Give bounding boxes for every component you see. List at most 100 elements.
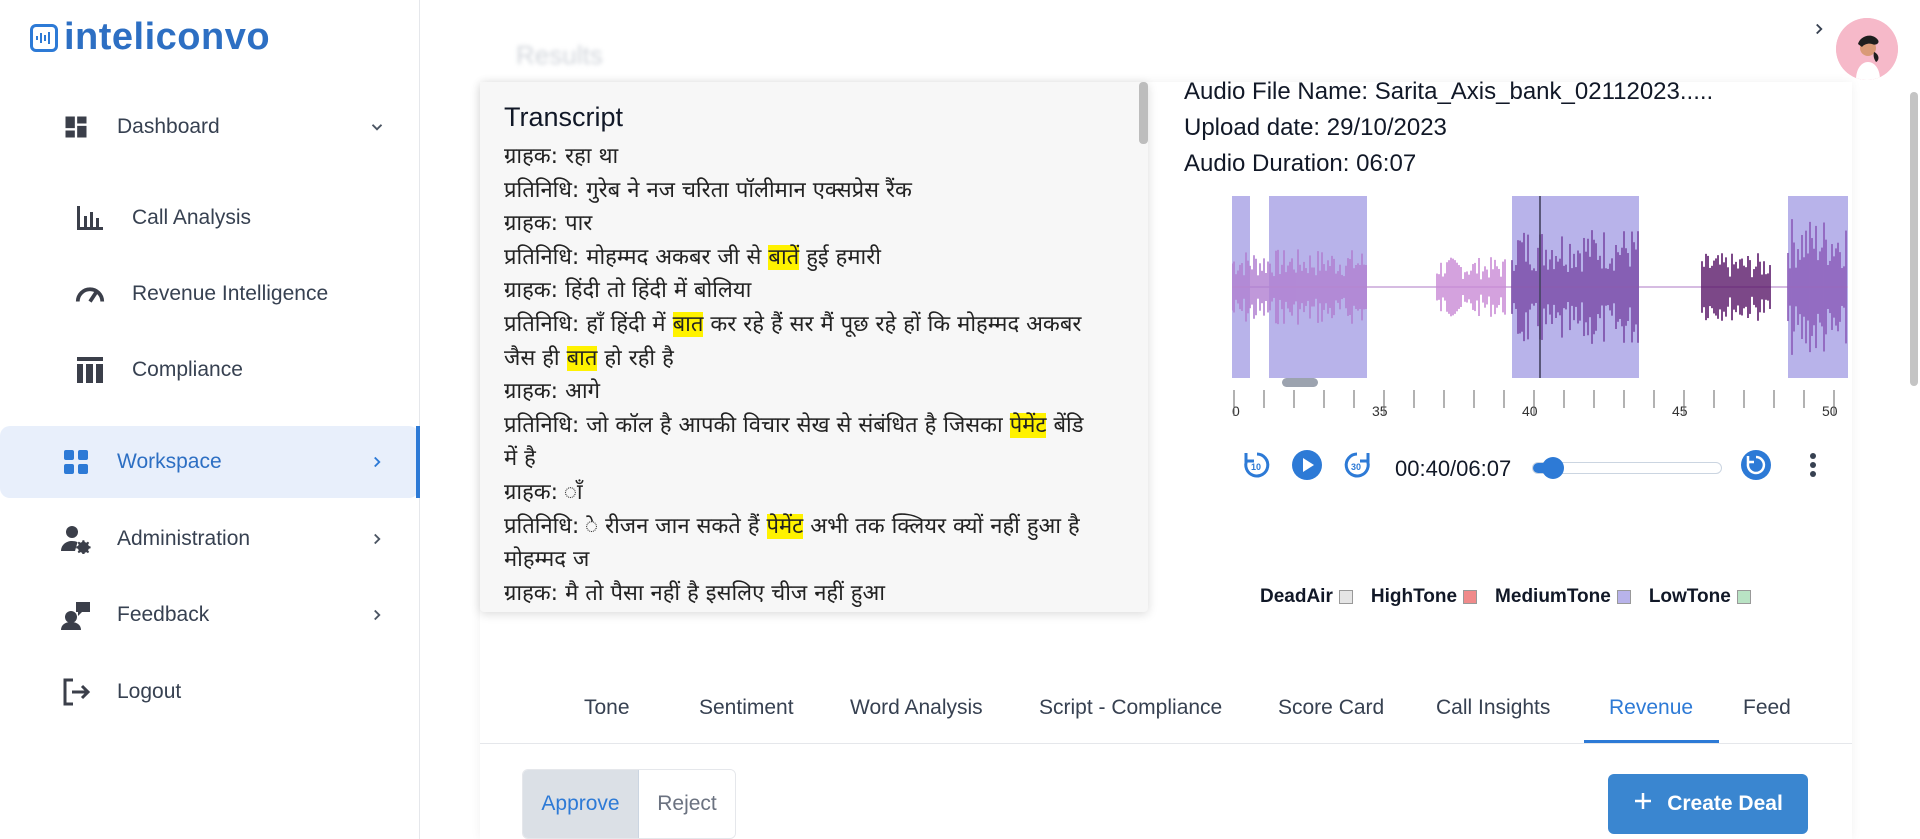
active-tab-underline xyxy=(1584,740,1719,743)
transcript-panel[interactable]: Transcript ग्राहक: रहा था प्रतिनिधि: गुरे… xyxy=(480,82,1148,612)
tab-tone[interactable]: Tone xyxy=(584,696,630,720)
sidebar-item-dashboard[interactable]: Dashboard xyxy=(0,91,420,163)
tab-score-card[interactable]: Score Card xyxy=(1278,696,1384,720)
transcript-text: ग्राहक: ाँ xyxy=(504,479,583,505)
logo[interactable]: inteliconvo xyxy=(30,16,270,59)
sidebar: inteliconvo Dashboard Call Analysis Reve… xyxy=(0,0,420,839)
sidebar-item-label: Dashboard xyxy=(117,115,220,138)
sidebar-item-logout[interactable]: Logout xyxy=(0,656,420,728)
sidebar-item-label: Feedback xyxy=(117,603,210,626)
legend-item-hightone: HighTone xyxy=(1371,586,1478,608)
sidebar-item-label: Revenue Intelligence xyxy=(132,282,329,305)
reject-button[interactable]: Reject xyxy=(639,770,735,838)
transcript-text: जैस ही xyxy=(504,345,567,371)
forward-30-icon[interactable]: 30 xyxy=(1340,448,1374,482)
sidebar-item-label: Workspace xyxy=(117,450,222,473)
analysis-tabs: Tone Sentiment Word Analysis Script - Co… xyxy=(480,682,1852,744)
tab-feed[interactable]: Feed xyxy=(1743,696,1791,720)
chevron-right-icon xyxy=(366,451,388,473)
avatar[interactable] xyxy=(1836,18,1898,80)
sidebar-item-revenue-intelligence[interactable]: Revenue Intelligence xyxy=(0,258,420,330)
transcript-line: ग्राहक: मै तो पैसा नहीं है इसलिए चीज नही… xyxy=(504,577,1124,611)
transcript-line: ग्राहक: हिंदी तो हिंदी में बोलिया xyxy=(504,274,1124,308)
transcript-text: अभी तक क्लियर क्यों नहीं हुआ है xyxy=(803,513,1080,539)
sidebar-item-administration[interactable]: Administration xyxy=(0,503,420,575)
svg-text:10: 10 xyxy=(1251,462,1261,472)
transcript-text: मोहम्मद ज xyxy=(504,547,590,573)
transcript-line: ग्राहक: पार xyxy=(504,207,1124,241)
sidebar-item-workspace[interactable]: Workspace xyxy=(0,426,419,498)
legend-swatch xyxy=(1463,590,1478,604)
chevron-down-icon xyxy=(366,116,388,138)
sidebar-item-feedback[interactable]: Feedback xyxy=(0,579,420,651)
play-icon[interactable] xyxy=(1290,448,1324,482)
transcript-line: में है xyxy=(504,442,1124,476)
sidebar-item-compliance[interactable]: Compliance xyxy=(0,334,420,406)
transcript-line: प्रतिनिधि: जो कॉल है आपकी विचार सेख से स… xyxy=(504,409,1124,443)
sidebar-item-label: Logout xyxy=(117,680,182,703)
sidebar-item-label: Compliance xyxy=(132,358,243,381)
approve-button[interactable]: Approve xyxy=(523,770,639,838)
transcript-text: प्रतिनिधि: े रीजन जान सकते हैं xyxy=(504,513,767,539)
create-deal-button[interactable]: Create Deal xyxy=(1608,774,1808,834)
transcript-text: कर रहे हैं सर मैं पूछ रहे हों कि मोहम्मद… xyxy=(703,311,1082,337)
transcript-line: प्रतिनिधि: े रीजन जान सकते हैं पेमेंट अभ… xyxy=(504,510,1124,544)
tab-script-compliance[interactable]: Script - Compliance xyxy=(1039,696,1222,720)
sidebar-item-label: Call Analysis xyxy=(132,206,252,229)
legend-swatch xyxy=(1736,590,1751,604)
bar-chart-icon xyxy=(74,202,106,234)
transcript-text: प्रतिनिधि: गुरेब ने नज चरिता पॉलीमान एक्… xyxy=(504,177,912,203)
slider-thumb[interactable] xyxy=(1542,457,1565,479)
reset-icon[interactable] xyxy=(1739,448,1773,482)
transcript-scrollbar[interactable] xyxy=(1139,82,1148,144)
tone-legend: DeadAir HighTone MediumTone LowTone xyxy=(1260,586,1751,608)
transcript-line: जैस ही बात हो रही है xyxy=(504,342,1124,376)
ruler-label-0: 0 xyxy=(1232,403,1240,419)
tab-sentiment[interactable]: Sentiment xyxy=(699,696,794,720)
transcript-text: ग्राहक: आगे xyxy=(504,379,600,405)
transcript-text: ग्राहक: पार xyxy=(504,211,593,237)
dashboard-icon xyxy=(60,111,92,143)
legend-item-deadair: DeadAir xyxy=(1260,586,1353,608)
tab-word-analysis[interactable]: Word Analysis xyxy=(850,696,983,720)
transcript-heading: Transcript xyxy=(504,102,624,132)
legend-swatch xyxy=(1338,590,1353,604)
svg-text:30: 30 xyxy=(1351,462,1361,472)
playback-slider[interactable] xyxy=(1532,457,1722,479)
legend-item-mediumtone: MediumTone xyxy=(1495,586,1631,608)
transcript-text: प्रतिनिधि: जो कॉल है आपकी विचार सेख से स… xyxy=(504,412,1010,438)
audio-player: 10 30 00:40/06:07 xyxy=(1240,448,1840,488)
keyword-highlight: बात xyxy=(672,311,704,337)
audio-file-name: Audio File Name: Sarita_Axis_bank_021120… xyxy=(1184,78,1714,105)
chevron-right-icon[interactable] xyxy=(1804,14,1834,44)
transcript-text: हुई हमारी xyxy=(799,244,881,270)
page-scrollbar[interactable] xyxy=(1910,92,1918,386)
grid-icon xyxy=(60,446,92,478)
more-vert-icon[interactable] xyxy=(1796,448,1830,482)
transcript-text: ग्राहक: रहा था xyxy=(504,144,619,169)
sidebar-item-label: Administration xyxy=(117,527,251,550)
tab-call-insights[interactable]: Call Insights xyxy=(1436,696,1550,720)
rewind-10-icon[interactable]: 10 xyxy=(1240,448,1274,482)
approve-reject-toggle: Approve Reject xyxy=(522,769,736,839)
transcript-text: ग्राहक: हिंदी तो हिंदी में बोलिया xyxy=(504,278,752,304)
transcript-line: प्रतिनिधि: मोहम्मद अकबर जी से बातें हुई … xyxy=(504,241,1124,275)
user-settings-icon xyxy=(60,523,92,555)
sidebar-item-call-analysis[interactable]: Call Analysis xyxy=(0,182,420,254)
keyword-highlight: पेमेंट xyxy=(766,513,804,539)
transcript-line: मोहम्मद ज xyxy=(504,543,1124,577)
transcript-text: में है xyxy=(504,446,536,472)
keyword-highlight: बात xyxy=(566,345,598,371)
chevron-right-icon xyxy=(366,604,388,626)
time-ruler: 0 35 40 45 50 xyxy=(1232,390,1838,419)
transcript-line: ग्राहक: ाँ xyxy=(504,476,1124,510)
tab-revenue[interactable]: Revenue xyxy=(1609,696,1693,720)
keyword-highlight: बातें xyxy=(768,244,800,270)
speedometer-icon xyxy=(74,278,106,310)
transcript-line: प्रतिनिधि: तो पैसे कब तक हो जाएगा आपके प… xyxy=(504,610,1124,612)
active-indicator xyxy=(416,426,420,498)
audio-waveform[interactable] xyxy=(1232,196,1848,378)
transcript-line: ग्राहक: आगे xyxy=(504,375,1124,409)
transcript-text: ग्राहक: मै तो पैसा नहीं है इसलिए चीज नही… xyxy=(504,580,885,606)
chevron-right-icon xyxy=(366,528,388,550)
